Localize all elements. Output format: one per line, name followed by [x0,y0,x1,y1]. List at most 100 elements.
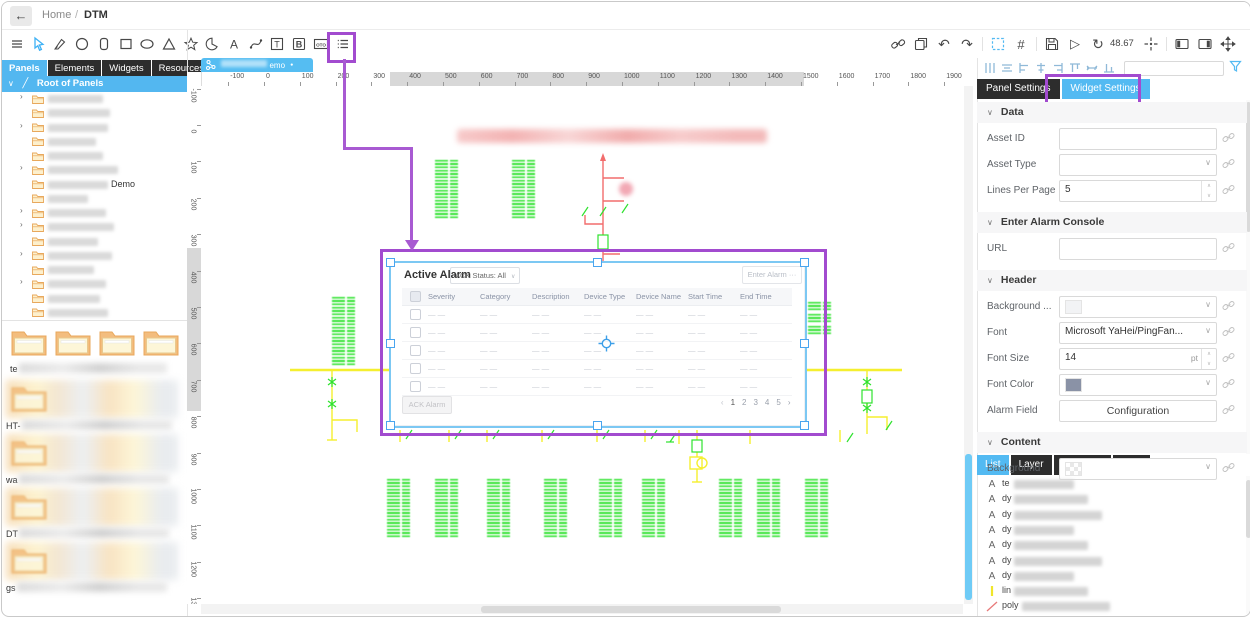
align-tool-icon[interactable] [1000,61,1014,75]
tree-row[interactable] [2,149,187,163]
row-checkbox[interactable] [402,381,428,392]
selection-handle[interactable] [593,258,602,267]
ack-alarm-button[interactable]: ACK Alarm [402,396,452,414]
settings-tab-widget-settings[interactable]: Widget Settings [1062,79,1150,99]
tree-row[interactable] [2,106,187,120]
tool-pen[interactable] [49,32,71,56]
copy-link-icon[interactable] [910,32,932,56]
field-text-control[interactable] [1059,128,1217,150]
tree-row[interactable] [2,135,187,149]
align-tool-icon[interactable] [1102,61,1116,75]
move-icon[interactable] [1217,32,1239,56]
selection-handle[interactable] [386,258,395,267]
pagination-page[interactable]: 2 [742,398,746,407]
refresh-icon[interactable]: ↻ [1087,32,1109,56]
tree-row[interactable]: › [2,163,187,177]
tool-ellipse[interactable] [136,32,158,56]
column-header[interactable]: Category [480,292,532,301]
tool-triangle[interactable] [158,32,180,56]
list-scrollbar[interactable] [1246,476,1250,614]
pagination-page[interactable]: 4 [765,398,769,407]
bind-link-icon[interactable] [1222,241,1235,259]
tool-circle[interactable] [71,32,93,56]
active-alarm-widget[interactable]: Active Alarm ACK Status: All ∨ Enter Ala… [390,262,804,425]
tree-root-row[interactable]: ∨ ╱ Root of Panels [2,76,187,92]
undo-icon[interactable]: ↶ [933,32,955,56]
bind-link-icon[interactable] [1222,131,1235,149]
bind-link-icon[interactable] [1222,403,1235,421]
tool-star[interactable] [180,32,202,56]
alarm-table-row[interactable]: — —— —— —— —— —— —— — [402,360,792,378]
tree-row[interactable]: › [2,121,187,135]
canvas-vertical-scrollbar[interactable] [964,86,973,604]
tree-row[interactable]: › [2,92,187,106]
tool-marquee[interactable]: OTO [310,32,332,56]
tool-text[interactable]: T [266,32,288,56]
selection-handle[interactable] [800,339,809,348]
tool-pie[interactable] [201,32,223,56]
expand-chevron-icon[interactable]: › [20,277,23,286]
selection-center-crosshair-icon[interactable] [598,335,615,352]
snap-crosshair-icon[interactable] [1140,32,1162,56]
column-header[interactable]: End Time [740,292,792,301]
pagination-page[interactable]: 3 [753,398,757,407]
field-color-control[interactable]: ∨ [1059,458,1217,480]
resource-folder-icon[interactable] [10,436,48,473]
selection-handle[interactable] [593,421,602,430]
tree-row[interactable]: › [2,277,187,291]
section-header-data[interactable]: ∨Data [977,102,1247,123]
column-header[interactable]: Start Time [688,292,740,301]
tool-menu[interactable] [6,32,28,56]
resource-folder-icon[interactable] [10,490,48,527]
field-button-control[interactable]: Configuration [1059,400,1217,422]
select-all-checkbox[interactable] [402,291,428,302]
section-header-content[interactable]: ∨Content [977,432,1247,453]
tool-rect[interactable] [115,32,137,56]
selection-handle[interactable] [386,421,395,430]
expand-chevron-icon[interactable]: › [20,163,23,172]
pagination-page[interactable]: 5 [776,398,780,407]
list-scroll-thumb[interactable] [1246,480,1250,538]
row-checkbox[interactable] [402,345,428,356]
expand-chevron-icon[interactable]: › [20,92,23,101]
tree-row[interactable]: Demo [2,178,187,192]
number-stepper[interactable]: ∧∨ [1201,349,1216,369]
collapse-chevron-icon[interactable]: ∨ [8,79,14,88]
resource-folder-icon[interactable] [98,326,136,363]
column-header[interactable]: Severity [428,292,480,301]
save-icon[interactable] [1041,32,1063,56]
canvas-tab[interactable]: emo ● [201,58,313,72]
canvas-hscroll-thumb[interactable] [481,606,781,613]
tree-row[interactable] [2,235,187,249]
column-header[interactable]: Device Name [636,292,688,301]
pagination-prev[interactable]: ‹ [721,398,724,407]
align-tool-icon[interactable] [1034,61,1048,75]
align-tool-icon[interactable] [983,61,997,75]
bind-link-icon[interactable] [1222,157,1235,175]
marquee-select-icon[interactable] [987,32,1009,56]
canvas-vscroll-thumb[interactable] [965,454,972,600]
ack-status-filter[interactable]: ACK Status: All ∨ [450,267,520,284]
filter-funnel-icon[interactable] [1229,60,1242,78]
resource-folder-icon[interactable] [10,326,48,363]
field-number-control[interactable]: 5∧∨ [1059,180,1217,202]
bind-link-icon[interactable] [1222,299,1235,317]
resource-folder-icon[interactable] [10,382,48,419]
field-number-control[interactable]: 14pt∧∨ [1059,348,1217,370]
resource-folder-icon[interactable] [142,326,180,363]
align-tool-icon[interactable] [1017,61,1031,75]
expand-chevron-icon[interactable]: › [20,249,23,258]
align-tool-icon[interactable] [1085,61,1099,75]
link-icon[interactable] [887,32,909,56]
tree-row[interactable] [2,306,187,320]
tool-button[interactable]: B [288,32,310,56]
zoom-level-value[interactable]: 48.67 [1110,38,1134,49]
resource-folder-icon[interactable] [10,544,48,581]
tool-curve[interactable] [245,32,267,56]
bind-link-icon[interactable] [1222,183,1235,201]
alarm-table-row[interactable]: — —— —— —— —— —— —— — [402,324,792,342]
selection-handle[interactable] [800,258,809,267]
section-header-enter-alarm-console[interactable]: ∨Enter Alarm Console [977,212,1247,233]
field-text-control[interactable] [1059,238,1217,260]
tree-row[interactable]: › [2,220,187,234]
